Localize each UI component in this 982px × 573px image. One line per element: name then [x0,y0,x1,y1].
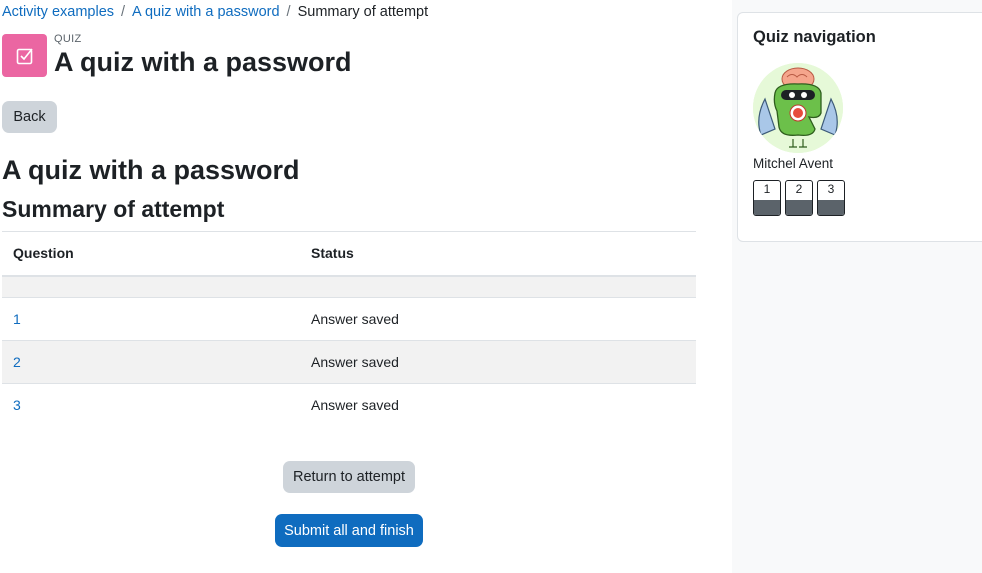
question-link[interactable]: 1 [13,311,21,327]
return-to-attempt-button[interactable]: Return to attempt [283,461,415,493]
column-header-question: Question [2,231,301,277]
breadcrumb-link-activity-examples[interactable]: Activity examples [2,4,114,20]
answer-saved-indicator [754,200,780,215]
question-nav-number: 1 [763,182,771,196]
quiz-navigation-block: Quiz navigation Mitchel Avent 1 2 3 [737,12,982,242]
table-row: 3 Answer saved [2,383,696,427]
column-header-status: Status [301,231,696,277]
submit-all-and-finish-button[interactable]: Submit all and finish [275,514,423,547]
question-nav-number: 3 [827,182,835,196]
question-link[interactable]: 2 [13,354,21,370]
summary-heading: Summary of attempt [2,196,225,222]
question-nav-button-2[interactable]: 2 [785,180,813,216]
question-nav-button-1[interactable]: 1 [753,180,781,216]
main-region: Activity examples / A quiz with a passwo… [0,0,732,573]
breadcrumb-separator: / [286,4,291,20]
activity-type-label: QUIZ [54,33,82,45]
user-name: Mitchel Avent [753,156,834,171]
quiz-navigation-title: Quiz navigation [753,28,876,46]
breadcrumb-separator: / [121,4,126,20]
table-row: 1 Answer saved [2,297,696,341]
answer-saved-indicator [786,200,812,215]
quiz-heading: A quiz with a password [2,155,300,185]
quiz-checkbox-icon [2,34,47,77]
question-nav-button-3[interactable]: 3 [817,180,845,216]
question-status: Answer saved [301,383,696,427]
user-avatar-icon [753,63,843,153]
table-header-row: Question Status [2,231,696,277]
answer-saved-indicator [818,200,844,215]
table-row: 2 Answer saved [2,340,696,384]
question-link[interactable]: 3 [13,397,21,413]
summary-table: Question Status 1 Answer saved 2 Answer … [2,231,696,427]
breadcrumb-link-quiz[interactable]: A quiz with a password [132,4,280,20]
question-status: Answer saved [301,340,696,384]
table-spacer-row [2,275,696,298]
back-button[interactable]: Back [2,101,57,133]
question-nav-number: 2 [795,182,803,196]
breadcrumb: Activity examples / A quiz with a passwo… [2,4,428,20]
page-title: A quiz with a password [54,47,352,77]
breadcrumb-current: Summary of attempt [297,4,429,20]
question-status: Answer saved [301,297,696,341]
